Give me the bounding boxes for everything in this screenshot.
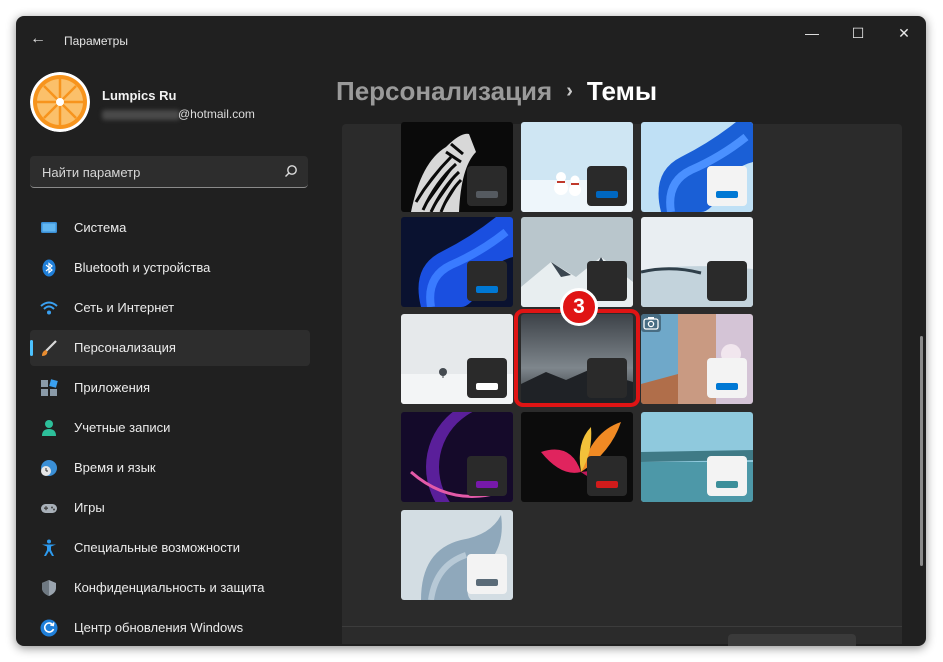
- theme-color-swatch: [467, 358, 507, 398]
- theme-color-swatch: [587, 456, 627, 496]
- sidebar-item-accounts[interactable]: Учетные записи: [30, 410, 310, 446]
- breadcrumb: Персонализация › Темы: [336, 76, 657, 107]
- sidebar-item-label: Bluetooth и устройства: [74, 260, 211, 275]
- system-icon: [41, 222, 57, 233]
- theme-accent-bar: [716, 191, 738, 198]
- theme-tile-captured-motion[interactable]: [521, 412, 633, 502]
- theme-color-swatch: [467, 166, 507, 206]
- apps-icon: [41, 379, 58, 396]
- accessibility-icon: [42, 539, 56, 556]
- sidebar-item-time-language[interactable]: Время и язык: [30, 450, 310, 486]
- app-title: Параметры: [64, 34, 128, 48]
- sidebar-item-label: Время и язык: [74, 460, 156, 475]
- sidebar-item-label: Центр обновления Windows: [74, 620, 244, 635]
- theme-accent-bar: [716, 383, 738, 390]
- step-number-badge: 3: [560, 288, 598, 326]
- sidebar-item-label: Персонализация: [74, 340, 176, 355]
- search-input[interactable]: [40, 156, 274, 189]
- theme-color-swatch: [467, 261, 507, 301]
- email-redacted: [102, 110, 180, 120]
- clock-globe-icon: [41, 460, 57, 476]
- sidebar-item-label: Сеть и Интернет: [74, 300, 175, 315]
- user-email: @hotmail.com: [178, 107, 255, 121]
- theme-tile-flow[interactable]: [641, 412, 753, 502]
- sidebar-item-label: Специальные возможности: [74, 540, 240, 555]
- theme-color-swatch: [707, 456, 747, 496]
- avatar[interactable]: [30, 72, 90, 132]
- bluetooth-icon: [42, 259, 56, 277]
- account-icon: [42, 420, 56, 436]
- breadcrumb-parent[interactable]: Персонализация: [336, 76, 552, 106]
- browse-themes-button[interactable]: [728, 634, 856, 646]
- sidebar-item-label: Игры: [74, 500, 105, 515]
- sidebar-item-system[interactable]: Система: [30, 210, 310, 246]
- theme-color-swatch: [707, 166, 747, 206]
- sidebar-item-accessibility[interactable]: Специальные возможности: [30, 530, 310, 566]
- theme-accent-bar: [596, 191, 618, 198]
- settings-window: ← Параметры — ☐ ✕ Lumpics Ru @hotmail.co…: [16, 16, 926, 646]
- theme-accent-bar: [596, 286, 618, 293]
- maximize-button[interactable]: ☐: [838, 22, 878, 44]
- sidebar-item-apps[interactable]: Приложения: [30, 370, 310, 406]
- search-icon[interactable]: [284, 164, 298, 178]
- camera-icon: [641, 314, 661, 332]
- theme-tile-bloom-light[interactable]: [641, 122, 753, 212]
- breadcrumb-separator: ›: [566, 80, 573, 102]
- theme-color-swatch: [587, 166, 627, 206]
- theme-tile-lone-tree[interactable]: [401, 314, 513, 404]
- theme-color-swatch: [467, 456, 507, 496]
- theme-color-swatch: [467, 554, 507, 594]
- theme-accent-bar: [716, 286, 738, 293]
- sidebar-item-personalization[interactable]: Персонализация: [30, 330, 310, 366]
- sidebar-nav: Система Bluetooth и устройства Сеть и Ин…: [30, 210, 310, 646]
- sidebar-item-privacy[interactable]: Конфиденциальность и защита: [30, 570, 310, 606]
- scrollbar[interactable]: [920, 336, 923, 566]
- theme-accent-bar: [596, 481, 618, 488]
- theme-tile-sunrise[interactable]: [401, 510, 513, 600]
- sidebar-item-label: Система: [74, 220, 127, 235]
- theme-tile-frozen-lake[interactable]: [641, 217, 753, 307]
- theme-tile-glow[interactable]: [401, 412, 513, 502]
- gamepad-icon: [41, 504, 57, 513]
- theme-tile-snowmen[interactable]: [521, 122, 633, 212]
- user-name: Lumpics Ru: [102, 88, 177, 103]
- theme-tile-bloom-dark[interactable]: [401, 217, 513, 307]
- back-arrow-icon[interactable]: ←: [24, 28, 52, 50]
- sidebar-item-label: Учетные записи: [74, 420, 171, 435]
- theme-accent-bar: [476, 579, 498, 586]
- theme-accent-bar: [476, 191, 498, 198]
- divider: [342, 626, 902, 627]
- brush-icon: [42, 340, 57, 356]
- sidebar-item-network[interactable]: Сеть и Интернет: [30, 290, 310, 326]
- title-bar: ← Параметры — ☐ ✕: [16, 16, 926, 62]
- theme-color-swatch: [707, 358, 747, 398]
- sidebar-item-label: Приложения: [74, 380, 151, 395]
- theme-accent-bar: [476, 286, 498, 293]
- shield-icon: [42, 580, 56, 596]
- theme-accent-bar: [476, 481, 498, 488]
- wifi-icon: [40, 301, 58, 315]
- search-box: [30, 156, 308, 189]
- sidebar-item-bluetooth[interactable]: Bluetooth и устройства: [30, 250, 310, 286]
- sidebar-item-windows-update[interactable]: Центр обновления Windows: [30, 610, 310, 646]
- sidebar-item-label: Конфиденциальность и защита: [74, 580, 265, 595]
- minimize-button[interactable]: —: [792, 22, 832, 44]
- theme-color-swatch: [707, 261, 747, 301]
- page-title: Темы: [586, 76, 658, 106]
- close-button[interactable]: ✕: [884, 22, 924, 44]
- theme-accent-bar: [716, 481, 738, 488]
- theme-tile-zebra[interactable]: [401, 122, 513, 212]
- sidebar-item-gaming[interactable]: Игры: [30, 490, 310, 526]
- update-icon: [40, 619, 58, 637]
- theme-tile-spotlight[interactable]: [641, 314, 753, 404]
- theme-accent-bar: [476, 383, 498, 390]
